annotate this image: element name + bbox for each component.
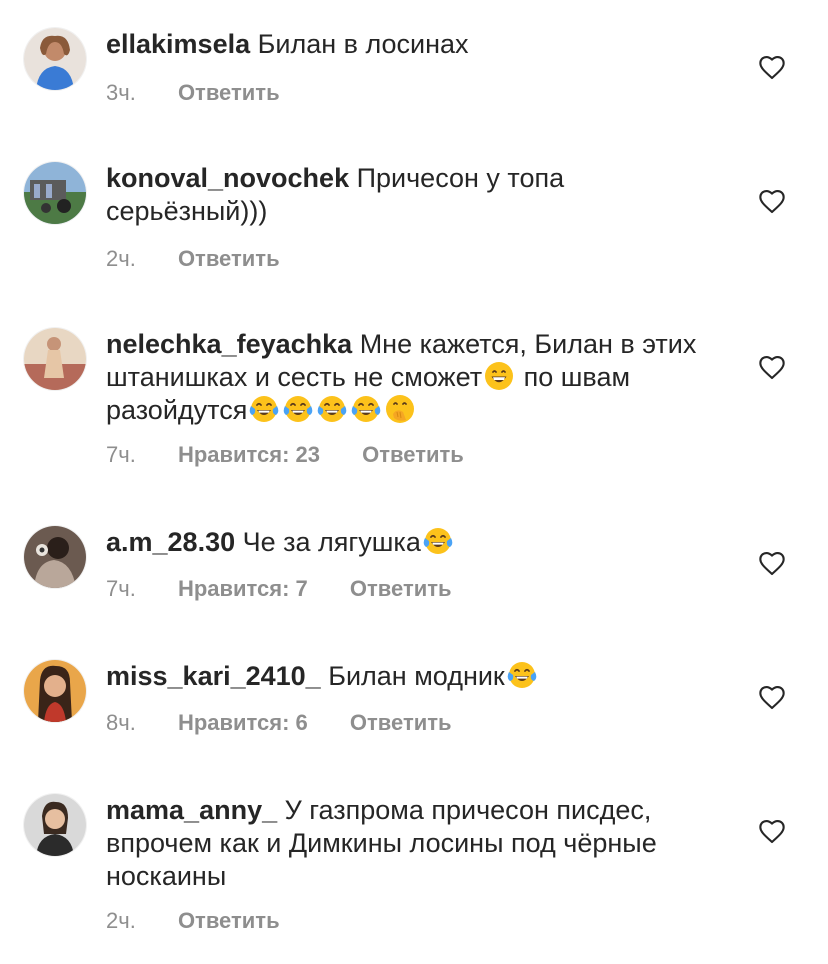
comment-body: konoval_novochek Причесон у топа серьёзн… xyxy=(106,162,726,228)
comment-body: a.m_28.30 Че за лягушка xyxy=(106,526,726,559)
avatar[interactable] xyxy=(24,162,86,224)
likes-count[interactable]: Нравится: 23 xyxy=(178,442,320,468)
tears-of-joy-emoji xyxy=(351,394,381,424)
grinning-face-emoji xyxy=(484,361,514,391)
comment-text: ellakimsela Билан в лосинах xyxy=(106,28,726,61)
comment-body: ellakimsela Билан в лосинах xyxy=(106,28,726,61)
likes-count[interactable]: Нравится: 6 xyxy=(178,710,308,736)
comment-body: mama_anny_ У газпрома причесон писдес, в… xyxy=(106,794,726,893)
comment-username[interactable]: miss_kari_2410_ xyxy=(106,661,321,691)
comment-text: miss_kari_2410_ Билан модник xyxy=(106,660,726,693)
comment-meta: 2ч. Ответить xyxy=(106,246,280,272)
tears-of-joy-emoji xyxy=(283,394,313,424)
comment-time[interactable]: 8ч. xyxy=(106,710,136,736)
comment-meta: 8ч. Нравится: 6 Ответить xyxy=(106,710,452,736)
comment-time[interactable]: 7ч. xyxy=(106,442,136,468)
like-heart-icon[interactable] xyxy=(758,54,786,82)
comment-text: mama_anny_ У газпрома причесон писдес, в… xyxy=(106,794,726,893)
avatar[interactable] xyxy=(24,660,86,722)
hand-over-mouth-emoji xyxy=(385,394,415,424)
like-heart-icon[interactable] xyxy=(758,188,786,216)
comment-time[interactable]: 2ч. xyxy=(106,246,136,272)
comment-meta: 3ч. Ответить xyxy=(106,80,280,106)
tears-of-joy-emoji xyxy=(249,394,279,424)
comment-username[interactable]: ellakimsela xyxy=(106,29,250,59)
comment-time[interactable]: 3ч. xyxy=(106,80,136,106)
comment-message: Билан в лосинах xyxy=(257,29,469,59)
comment-message: Билан модник xyxy=(328,661,505,691)
avatar[interactable] xyxy=(24,328,86,390)
comment-username[interactable]: konoval_novochek xyxy=(106,163,349,193)
comment-text: konoval_novochek Причесон у топа серьёзн… xyxy=(106,162,726,228)
comment-username[interactable]: nelechka_feyachka xyxy=(106,329,352,359)
reply-button[interactable]: Ответить xyxy=(178,80,280,106)
like-heart-icon[interactable] xyxy=(758,684,786,712)
avatar[interactable] xyxy=(24,794,86,856)
comment-username[interactable]: mama_anny_ xyxy=(106,795,277,825)
reply-button[interactable]: Ответить xyxy=(362,442,464,468)
avatar[interactable] xyxy=(24,28,86,90)
comment-text: nelechka_feyachka Мне кажется, Билан в э… xyxy=(106,328,726,427)
avatar[interactable] xyxy=(24,526,86,588)
tears-of-joy-emoji xyxy=(423,526,453,556)
like-heart-icon[interactable] xyxy=(758,550,786,578)
reply-button[interactable]: Ответить xyxy=(350,710,452,736)
comment-meta: 2ч. Ответить xyxy=(106,908,280,934)
comment-message: Че за лягушка xyxy=(242,527,421,557)
like-heart-icon[interactable] xyxy=(758,354,786,382)
comment-time[interactable]: 7ч. xyxy=(106,576,136,602)
comment-text: a.m_28.30 Че за лягушка xyxy=(106,526,726,559)
reply-button[interactable]: Ответить xyxy=(178,908,280,934)
tears-of-joy-emoji xyxy=(317,394,347,424)
comment-username[interactable]: a.m_28.30 xyxy=(106,527,235,557)
likes-count[interactable]: Нравится: 7 xyxy=(178,576,308,602)
like-heart-icon[interactable] xyxy=(758,818,786,846)
comment-meta: 7ч. Нравится: 7 Ответить xyxy=(106,576,452,602)
tears-of-joy-emoji xyxy=(507,660,537,690)
comment-body: miss_kari_2410_ Билан модник xyxy=(106,660,726,693)
reply-button[interactable]: Ответить xyxy=(178,246,280,272)
comment-meta: 7ч. Нравится: 23 Ответить xyxy=(106,442,464,468)
comment-time[interactable]: 2ч. xyxy=(106,908,136,934)
reply-button[interactable]: Ответить xyxy=(350,576,452,602)
comment-body: nelechka_feyachka Мне кажется, Билан в э… xyxy=(106,328,726,427)
